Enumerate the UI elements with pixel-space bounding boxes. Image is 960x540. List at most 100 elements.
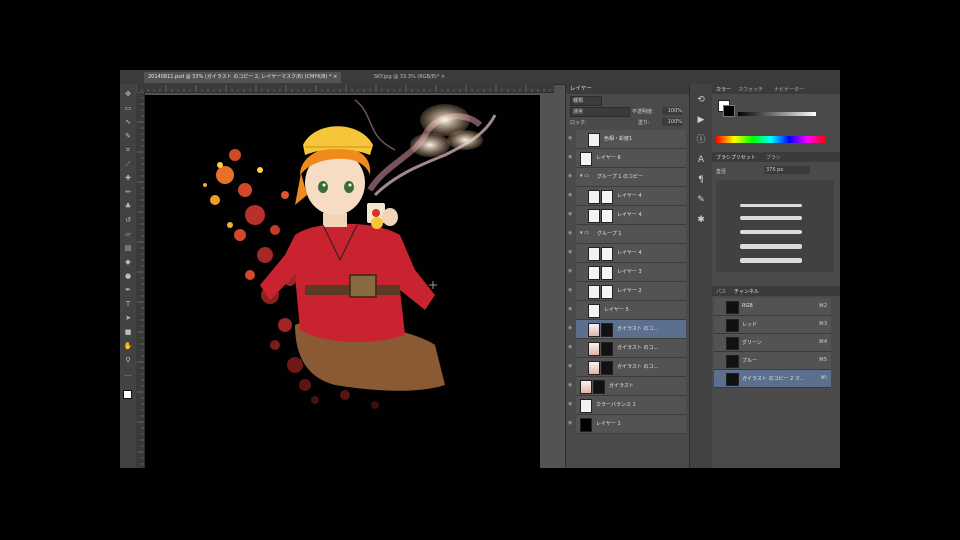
visibility-eye-icon[interactable]: ◉ [568, 344, 574, 350]
visibility-eye-icon[interactable]: ◉ [568, 230, 574, 236]
layer-mask-thumbnail[interactable] [593, 380, 605, 394]
pen-icon[interactable]: ✒ [123, 286, 133, 295]
channel-row[interactable]: レッド ⌘3 [714, 316, 831, 334]
visibility-eye-icon[interactable]: ◉ [568, 192, 574, 198]
layer-mask-thumbnail[interactable] [601, 285, 613, 299]
paragraph-icon[interactable]: ¶ [695, 174, 707, 186]
tool-presets-icon[interactable]: ✎ [695, 194, 707, 206]
brush-preset-stroke[interactable] [740, 244, 802, 249]
folder-icon[interactable]: ▾ ▭ [580, 173, 589, 179]
channel-row[interactable]: グリーン ⌘4 [714, 334, 831, 352]
zoom-icon[interactable]: ⚲ [123, 356, 133, 365]
extra-icon[interactable]: … [123, 370, 133, 379]
layer-row[interactable]: ◉ レイヤー 4 [568, 244, 686, 263]
visibility-eye-icon[interactable]: ◉ [568, 211, 574, 217]
info-icon[interactable]: ⓘ [695, 134, 707, 146]
adjustments-icon[interactable]: ✱ [695, 214, 707, 226]
eraser-icon[interactable]: ▱ [123, 230, 133, 239]
visibility-eye-icon[interactable]: ◉ [568, 135, 574, 141]
brush-preset-stroke[interactable] [740, 204, 802, 207]
actions-icon[interactable]: ▶ [695, 114, 707, 126]
visibility-eye-icon[interactable]: ◉ [568, 173, 574, 179]
channel-row[interactable]: ブルー ⌘5 [714, 352, 831, 370]
crop-icon[interactable]: ⌗ [123, 146, 133, 155]
visibility-eye-icon[interactable]: ◉ [568, 325, 574, 331]
layer-mask-thumbnail[interactable] [601, 361, 613, 375]
layer-row[interactable]: ◉ ガイラスト のコ... [568, 358, 686, 377]
layer-mask-thumbnail[interactable] [601, 190, 613, 204]
tab-brush-presets[interactable]: ブラシプリセット [716, 154, 756, 161]
shape-icon[interactable]: ■ [123, 328, 133, 337]
layer-row[interactable]: ◉ ▾ ▭ グループ 1 [568, 225, 686, 244]
layer-row[interactable]: ◉ 色相・彩度1 [568, 130, 686, 149]
lasso-icon[interactable]: ∿ [123, 118, 133, 127]
tab-navigator[interactable]: ナビゲーター [774, 86, 804, 93]
background-color-swatch[interactable] [723, 105, 735, 117]
visibility-eye-icon[interactable]: ◉ [568, 382, 574, 388]
fill-input[interactable]: 100% [662, 118, 682, 126]
visibility-eye-icon[interactable]: ◉ [568, 420, 574, 426]
layer-row[interactable]: ◉ レイヤー 2 [568, 282, 686, 301]
blur-icon[interactable]: ◆ [123, 258, 133, 267]
channel-row[interactable]: RGB ⌘2 [714, 298, 831, 316]
tab-document-sky[interactable]: SKY.jpg @ 33.3% (RGB/8)* × [370, 72, 449, 83]
visibility-eye-icon[interactable]: ◉ [568, 306, 574, 312]
brush-size-input[interactable]: 375 px [764, 166, 810, 174]
folder-icon[interactable]: ▾ ▭ [580, 230, 589, 236]
channel-row[interactable]: ガイラスト のコピー 2 マ... ⌘\ [714, 370, 831, 388]
visibility-eye-icon[interactable]: ◉ [568, 287, 574, 293]
opacity-input[interactable]: 100% [662, 107, 682, 115]
layer-mask-thumbnail[interactable] [601, 342, 613, 356]
tab-document-psd[interactable]: 20140811.psd @ 33% (ガイラスト のコピー 2, レイヤーマス… [144, 72, 342, 83]
character-icon[interactable]: A [695, 154, 707, 166]
type-icon[interactable]: T [123, 300, 133, 309]
layer-row[interactable]: ◉ ▾ ▭ グループ 1 のコピー [568, 168, 686, 187]
kind-filter-select[interactable]: 種類 [570, 96, 602, 106]
toolbar-foreground-color[interactable] [123, 390, 132, 399]
blend-mode-select[interactable]: 通常 [570, 107, 630, 117]
layer-row[interactable]: ◉ レイヤー 5 [568, 301, 686, 320]
clone-stamp-icon[interactable]: ♣ [123, 202, 133, 211]
layer-row[interactable]: ◉ ガイラスト のコ... [568, 320, 686, 339]
gradient-icon[interactable]: ▤ [123, 244, 133, 253]
layer-mask-thumbnail[interactable] [601, 266, 613, 280]
layer-row[interactable]: ◉ カラーバランス 1 [568, 396, 686, 415]
layer-row[interactable]: ◉ ガイラスト [568, 377, 686, 396]
healing-icon[interactable]: ✚ [123, 174, 133, 183]
brush-preset-stroke[interactable] [740, 230, 802, 234]
layer-row[interactable]: ◉ レイヤー 3 [568, 263, 686, 282]
color-slider[interactable] [738, 112, 816, 116]
dodge-icon[interactable]: ● [123, 272, 133, 281]
eyedropper-icon[interactable]: ⟋ [123, 160, 133, 169]
tab-paths[interactable]: パス [716, 288, 726, 295]
layer-mask-thumbnail[interactable] [601, 247, 613, 261]
layer-row[interactable]: ◉ レイヤー 1 [568, 415, 686, 434]
brush-preset-stroke[interactable] [740, 216, 802, 220]
layer-mask-thumbnail[interactable] [601, 323, 613, 337]
move-icon[interactable]: ✥ [123, 90, 133, 99]
layer-row[interactable]: ◉ ガイラスト のコ... [568, 339, 686, 358]
tab-color[interactable]: カラー [716, 86, 731, 93]
history-icon[interactable]: ⟲ [695, 94, 707, 106]
quick-select-icon[interactable]: ✎ [123, 132, 133, 141]
layer-row[interactable]: ◉ レイヤー 4 [568, 206, 686, 225]
hand-icon[interactable]: ✋ [123, 342, 133, 351]
visibility-eye-icon[interactable]: ◉ [568, 363, 574, 369]
brush-preset-stroke[interactable] [740, 258, 802, 263]
layer-row[interactable]: ◉ レイヤー 6 [568, 149, 686, 168]
visibility-eye-icon[interactable]: ◉ [568, 401, 574, 407]
visibility-eye-icon[interactable]: ◉ [568, 268, 574, 274]
color-spectrum[interactable] [716, 136, 826, 143]
visibility-eye-icon[interactable]: ◉ [568, 249, 574, 255]
document-canvas[interactable] [145, 95, 540, 468]
marquee-icon[interactable]: ▭ [123, 104, 133, 113]
tab-brush[interactable]: ブラシ [766, 154, 781, 161]
history-brush-icon[interactable]: ↺ [123, 216, 133, 225]
layer-row[interactable]: ◉ レイヤー 4 [568, 187, 686, 206]
tab-swatches[interactable]: スウォッチ [738, 86, 763, 93]
tab-channels[interactable]: チャンネル [734, 288, 759, 295]
path-select-icon[interactable]: ➤ [123, 314, 133, 323]
layer-mask-thumbnail[interactable] [601, 209, 613, 223]
brush-icon[interactable]: ✏ [123, 188, 133, 197]
visibility-eye-icon[interactable]: ◉ [568, 154, 574, 160]
